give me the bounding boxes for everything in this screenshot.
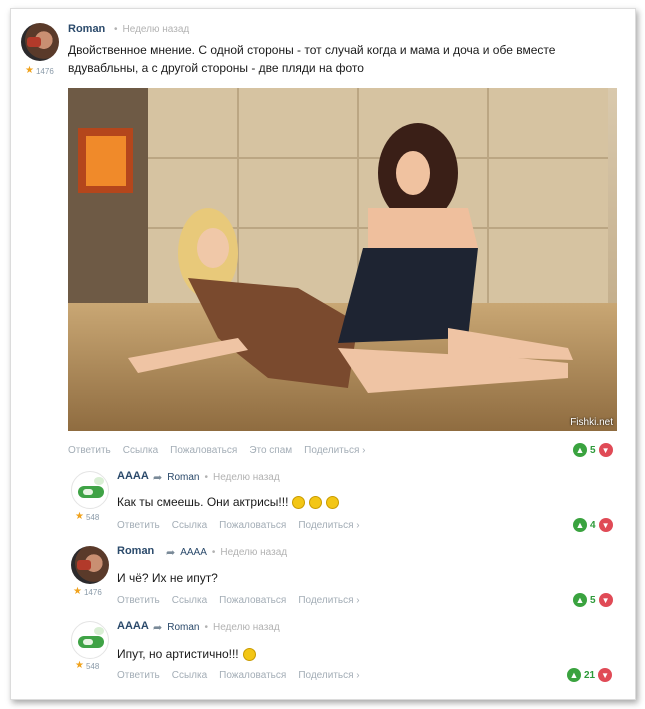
reply-author[interactable]: Roman — [117, 545, 154, 557]
spam-link[interactable]: Это спам — [249, 445, 292, 456]
reply-link[interactable]: Ответить — [117, 595, 160, 606]
user-rating: ★ 1476 — [25, 65, 54, 76]
reply-text: Ипут, но артистично!!! — [117, 645, 256, 663]
star-icon: ★ — [75, 660, 84, 671]
photo-image — [68, 88, 617, 431]
reply-to-user[interactable]: AAAA — [180, 547, 207, 558]
reply-author[interactable]: AAAA — [117, 620, 149, 632]
user-rating: ★ 548 — [75, 660, 100, 671]
thumbs-down-icon[interactable]: ▼ — [598, 668, 613, 682]
vote-block: ▲ 21 ▼ — [567, 668, 613, 682]
avatar-roman[interactable] — [71, 546, 109, 584]
permalink-link[interactable]: Ссылка — [172, 595, 207, 606]
thumbs-up-icon[interactable]: ▲ — [573, 593, 587, 607]
permalink-link[interactable]: Ссылка — [123, 445, 158, 456]
thumbs-up-icon[interactable]: ▲ — [573, 518, 587, 532]
reply-link[interactable]: Ответить — [117, 670, 160, 681]
comment-author[interactable]: Roman — [68, 23, 105, 35]
star-icon: ★ — [25, 65, 34, 76]
vote-block: ▲ 4 ▼ — [573, 518, 613, 532]
thumbs-down-icon[interactable]: ▼ — [598, 443, 613, 457]
permalink-link[interactable]: Ссылка — [172, 520, 207, 531]
reply-actions: Ответить Ссылка Пожаловаться Поделиться … — [117, 520, 360, 531]
reply-link[interactable]: Ответить — [68, 445, 111, 456]
vote-block: ▲ 5 ▼ — [573, 443, 613, 457]
report-link[interactable]: Пожаловаться — [219, 595, 286, 606]
report-link[interactable]: Пожаловаться — [219, 520, 286, 531]
reply-author[interactable]: AAAA — [117, 470, 149, 482]
report-link[interactable]: Пожаловаться — [170, 445, 237, 456]
reply-actions: Ответить Ссылка Пожаловаться Поделиться … — [117, 595, 360, 606]
comment-time: • Неделю назад — [114, 24, 190, 35]
reply-actions: Ответить Ссылка Пожаловаться Поделиться … — [117, 670, 360, 681]
avatar-aaaa[interactable] — [71, 621, 109, 659]
user-rating: ★ 1476 — [73, 586, 102, 597]
reply-arrow-icon: ➦ — [153, 622, 163, 634]
smiley-icon — [326, 496, 340, 510]
reply-meta: ➦ Roman • Неделю назад — [153, 622, 280, 634]
reply-link[interactable]: Ответить — [117, 520, 160, 531]
avatar-aaaa[interactable] — [71, 471, 109, 509]
reply-to-user[interactable]: Roman — [167, 472, 199, 483]
comment-thread: ★ 1476 Roman • Неделю назад Двойственное … — [10, 8, 636, 700]
user-rating: ★ 548 — [75, 511, 100, 522]
reply-text: Как ты смеешь. Они актрисы!!! — [117, 493, 340, 511]
watermark: Fishki.net — [570, 417, 613, 428]
reply-meta: ➦ Roman • Неделю назад — [153, 472, 280, 484]
reply-arrow-icon: ➦ — [166, 547, 176, 559]
thumbs-up-icon[interactable]: ▲ — [573, 443, 587, 457]
share-link[interactable]: Поделиться › — [298, 670, 359, 681]
vote-block: ▲ 5 ▼ — [573, 593, 613, 607]
vote-count: 5 — [590, 594, 596, 606]
vote-count: 5 — [590, 444, 596, 456]
avatar-roman[interactable] — [21, 23, 59, 61]
share-link[interactable]: Поделиться › — [298, 520, 359, 531]
attached-photo[interactable]: Fishki.net — [68, 88, 617, 431]
report-link[interactable]: Пожаловаться — [219, 670, 286, 681]
comment-actions: Ответить Ссылка Пожаловаться Это спам По… — [68, 445, 366, 456]
star-icon: ★ — [73, 586, 82, 597]
star-icon: ★ — [75, 511, 84, 522]
share-link[interactable]: Поделиться › — [298, 595, 359, 606]
vote-count: 21 — [584, 669, 596, 681]
reply-text: И чё? Их не ипут? — [117, 571, 218, 585]
share-link[interactable]: Поделиться › — [304, 445, 365, 456]
thumbs-up-icon[interactable]: ▲ — [567, 668, 581, 682]
smiley-icon — [309, 496, 323, 510]
thumbs-down-icon[interactable]: ▼ — [598, 518, 613, 532]
permalink-link[interactable]: Ссылка — [172, 670, 207, 681]
reply-meta: ➦ AAAA • Неделю назад — [166, 547, 288, 559]
thumbs-down-icon[interactable]: ▼ — [598, 593, 613, 607]
reply-to-user[interactable]: Roman — [167, 622, 199, 633]
comment-text: Двойственное мнение. С одной стороны - т… — [68, 43, 556, 75]
smiley-icon — [242, 648, 256, 662]
smiley-icon — [292, 496, 306, 510]
reply-arrow-icon: ➦ — [153, 472, 163, 484]
vote-count: 4 — [590, 519, 596, 531]
